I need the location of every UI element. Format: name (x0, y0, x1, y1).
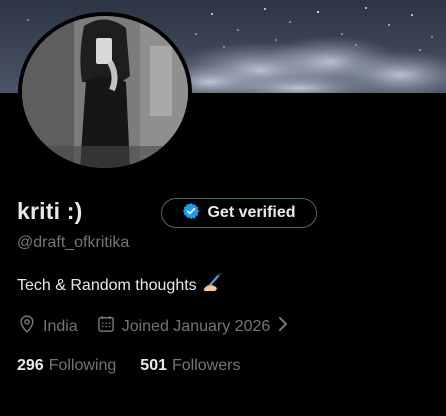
joined-text: Joined January 2026 (121, 317, 271, 335)
profile-handle: @draft_ofkritika (17, 234, 130, 251)
joined-date-link[interactable]: Joined January 2026 (96, 314, 291, 339)
bio-text: Tech & Random thoughts (17, 276, 197, 294)
following-link[interactable]: 296 Following (17, 357, 116, 375)
profile-bio: Tech & Random thoughts (17, 272, 223, 298)
profile-meta: India Joined January 2026 (17, 314, 290, 339)
followers-label: Followers (172, 357, 241, 374)
location-item: India (17, 314, 78, 339)
following-count: 296 (17, 357, 44, 374)
location-text: India (43, 317, 78, 335)
follow-stats: 296 Following 501 Followers (17, 357, 240, 375)
avatar-frame[interactable] (18, 12, 192, 172)
followers-link[interactable]: 501 Followers (140, 357, 240, 375)
following-label: Following (48, 357, 117, 374)
profile-name: kriti :) (17, 198, 83, 224)
avatar[interactable] (22, 16, 188, 168)
writing-hand-emoji-icon (201, 272, 223, 298)
followers-count: 501 (140, 357, 167, 374)
chevron-right-icon (276, 315, 290, 338)
location-pin-icon (17, 314, 37, 339)
get-verified-button[interactable]: Get verified (161, 198, 317, 228)
calendar-icon (96, 314, 116, 339)
verified-badge-icon (182, 202, 200, 225)
get-verified-label: Get verified (207, 204, 296, 221)
avatar-image (22, 16, 188, 168)
